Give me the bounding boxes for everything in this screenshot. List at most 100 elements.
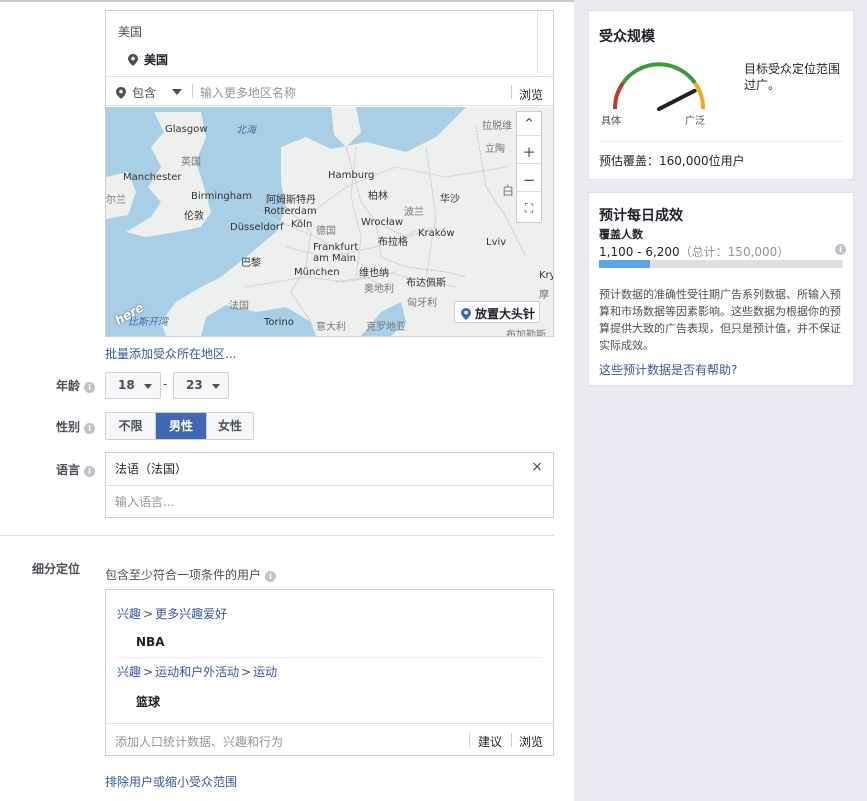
detailed-targeting-description: 包含至少符合一项条件的用户 i xyxy=(105,566,277,583)
estimate-note: 预计数据的准确性受往期广告系列数据、所输入预算和市场数据等因素影响。这些数据为根… xyxy=(599,288,841,352)
map-label-amsterdam: 阿姆斯特丹 xyxy=(266,195,316,206)
location-box: 美国 美国 包含 输入更多地区名称 浏览 Glasgow 北海 英国 Manch… xyxy=(105,10,554,337)
info-icon[interactable]: i xyxy=(835,244,846,255)
close-icon[interactable]: × xyxy=(531,459,543,475)
map-label-austria: 奥地利 xyxy=(364,284,394,295)
location-pin-icon xyxy=(128,54,138,69)
audience-size-title: 受众规模 xyxy=(599,29,655,45)
include-dropdown[interactable]: 包含 xyxy=(116,84,156,102)
detailed-targeting-box: 兴趣 > 更多兴趣爱好 NBA 兴趣 > 运动和户外活动 > 运动 篮球 添加人口统计数据、… xyxy=(105,589,554,756)
breadcrumb-separator: > xyxy=(241,665,252,679)
location-search-input[interactable]: 输入更多地区名称 xyxy=(200,84,296,101)
location-browse-button[interactable]: 浏览 xyxy=(519,86,543,103)
map-label-berlin: 柏林 xyxy=(368,191,388,202)
map-label-ireland: 尔兰 xyxy=(106,195,126,206)
bulk-add-locations-link[interactable]: 批量添加受众所在地区... xyxy=(105,345,236,362)
breadcrumb-separator: > xyxy=(143,665,154,679)
map-label-belarus: 白 xyxy=(502,184,515,198)
age-min-value: 18 xyxy=(118,378,135,392)
targeting-browse-button[interactable]: 浏览 xyxy=(519,733,543,750)
map-label-lviv: Lviv xyxy=(486,237,507,248)
info-icon[interactable]: i xyxy=(84,423,95,434)
targeting-item[interactable]: NBA xyxy=(136,635,164,649)
map-label-wroclaw: Wrocław xyxy=(361,217,404,228)
reach-estimate-bar xyxy=(599,260,843,268)
map-label-london: 伦敦 xyxy=(184,211,204,222)
map-label-hungary: 匈牙利 xyxy=(407,298,437,309)
fullscreen-icon[interactable]: ⛶ xyxy=(517,196,541,220)
drop-pin-button[interactable]: 放置大头针 xyxy=(454,301,540,323)
breadcrumb-link[interactable]: 兴趣 xyxy=(117,607,141,621)
map-label-vienna: 维也纳 xyxy=(359,268,389,279)
selected-location[interactable]: 美国 xyxy=(128,51,168,69)
language-label-text: 语言 xyxy=(55,463,80,477)
chevron-down-icon[interactable] xyxy=(172,89,182,95)
language-input[interactable]: 输入语言... xyxy=(115,493,174,510)
gender-option-all[interactable]: 不限 xyxy=(106,413,155,439)
gender-selector: 不限 男性 女性 xyxy=(105,412,254,440)
info-icon[interactable]: i xyxy=(265,571,277,582)
map-label-glasgow: Glasgow xyxy=(165,124,208,135)
gender-option-female[interactable]: 女性 xyxy=(206,413,253,439)
divider xyxy=(469,733,470,747)
potential-reach: 预估覆盖：160,000位用户 xyxy=(599,154,745,168)
targeting-item[interactable]: 篮球 xyxy=(136,693,160,710)
map-label-north-sea: 北海 xyxy=(236,125,256,136)
breadcrumb-link[interactable]: 更多兴趣爱好 xyxy=(155,607,227,621)
estimate-feedback-link[interactable]: 这些预计数据是否有帮助? xyxy=(599,361,737,378)
map-label-koln: Köln xyxy=(291,219,313,230)
daily-results-subtitle: 覆盖人数 xyxy=(599,228,643,241)
daily-results-title: 预计每日成效 xyxy=(599,208,683,224)
map-label-kryvyi: Kry xyxy=(539,270,553,281)
chevron-down-icon xyxy=(144,384,152,389)
map-label-rotterdam: Rotterdam xyxy=(264,206,317,217)
map-label-paris: 巴黎 xyxy=(241,258,261,269)
map-label-poland: 波兰 xyxy=(404,207,424,218)
compass-icon[interactable]: ⌃ xyxy=(517,112,541,136)
map-label-frankfurt: Frankfurt am Main xyxy=(313,242,359,264)
map-label-birmingham: Birmingham xyxy=(191,191,252,202)
info-icon[interactable]: i xyxy=(84,466,95,477)
map-label-germany: 德国 xyxy=(316,226,336,237)
divider xyxy=(511,85,512,99)
breadcrumb-link[interactable]: 运动 xyxy=(253,665,277,679)
location-pin-icon xyxy=(461,308,471,320)
detailed-targeting-input[interactable]: 添加人口统计数据、兴趣和行为 xyxy=(115,733,283,750)
gender-option-male[interactable]: 男性 xyxy=(155,413,206,439)
gender-label: 性别 i xyxy=(56,418,95,435)
divider xyxy=(192,84,193,98)
chevron-down-icon xyxy=(212,384,220,389)
info-icon[interactable]: i xyxy=(84,382,95,393)
suggestions-button[interactable]: 建议 xyxy=(478,733,502,750)
map-label-hamburg: Hamburg xyxy=(328,170,375,181)
location-map[interactable]: Glasgow 北海 英国 Manchester 尔兰 Birmingham 伦… xyxy=(106,107,553,336)
age-separator: - xyxy=(163,377,168,391)
language-box: 法语（法国） × 输入语言... xyxy=(105,452,554,518)
detailed-targeting-label: 细分定位 xyxy=(31,562,80,576)
age-min-dropdown[interactable]: 18 xyxy=(105,372,161,399)
include-label: 包含 xyxy=(132,86,157,100)
audience-size-card: 受众规模 具体 广泛 目标受众定位范围过广。 预估覆盖：160,000位用户 xyxy=(588,10,854,180)
map-label-france: 法国 xyxy=(229,301,249,312)
detailed-targeting-input-row: 添加人口统计数据、兴趣和行为 建议 浏览 xyxy=(106,723,553,755)
map-label-uk: 英国 xyxy=(181,157,201,168)
map-label-manchester: Manchester xyxy=(123,172,182,183)
breadcrumb-link[interactable]: 运动和户外活动 xyxy=(155,665,239,679)
zoom-out-icon[interactable]: − xyxy=(517,168,541,192)
exclude-narrow-link[interactable]: 排除用户或缩小受众范围 xyxy=(105,773,237,790)
top-divider xyxy=(0,0,574,2)
breadcrumb-link[interactable]: 兴趣 xyxy=(117,665,141,679)
age-max-dropdown[interactable]: 23 xyxy=(173,372,229,399)
divider xyxy=(511,733,512,747)
map-label-moldova: 摩 xyxy=(539,290,549,301)
audience-size-description: 目标受众定位范围过广。 xyxy=(744,62,841,92)
selected-location-label: 美国 xyxy=(144,53,169,67)
map-zoom-controls: ⌃ + − ⛶ xyxy=(516,111,542,223)
map-label-latvia: 拉脱维 xyxy=(482,121,512,132)
location-list-scrollbar[interactable] xyxy=(537,11,538,73)
breadcrumb-separator: > xyxy=(143,607,154,621)
section-divider xyxy=(0,535,554,536)
zoom-in-icon[interactable]: + xyxy=(517,140,541,164)
map-label-munchen: München xyxy=(294,267,340,278)
location-country-header: 美国 xyxy=(118,25,143,39)
